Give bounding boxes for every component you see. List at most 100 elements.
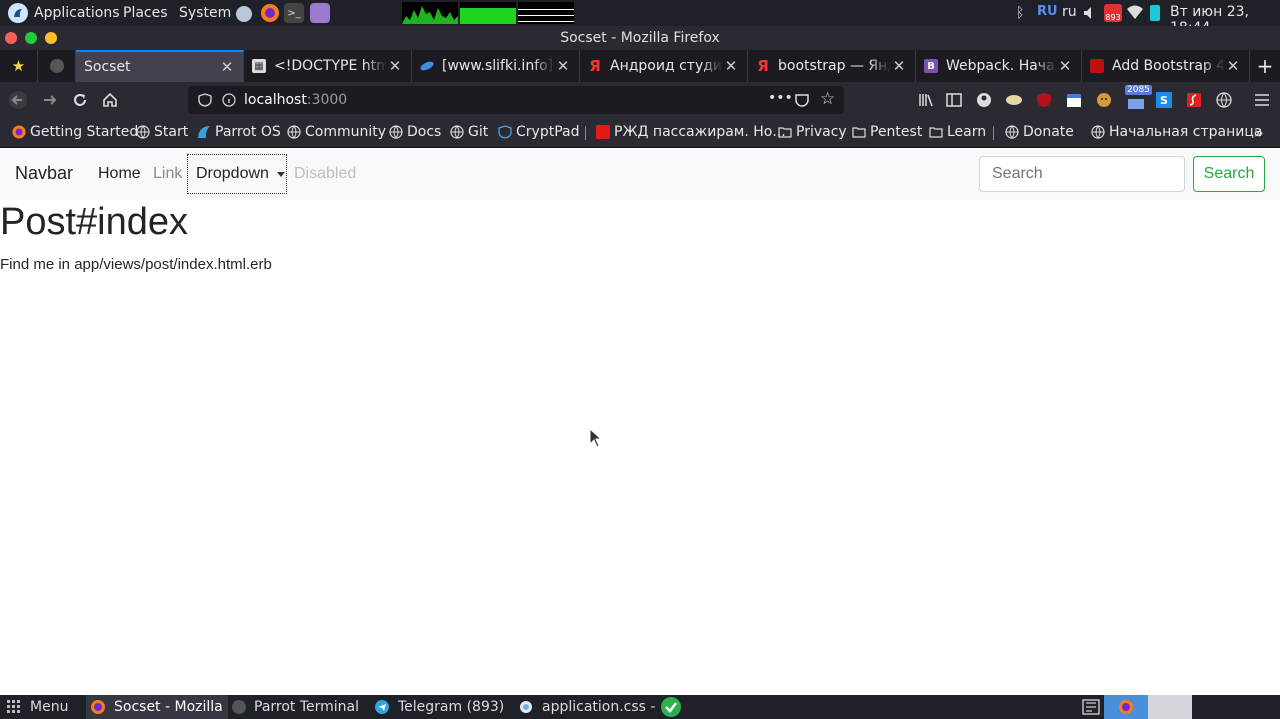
bluetooth-icon[interactable]: ᛒ [1016,5,1024,21]
nav-dropdown-toggle[interactable]: Dropdown [187,154,287,194]
battery-icon[interactable] [1150,5,1160,21]
tab-bootstrap-yandex[interactable]: Я bootstrap — Яндекс ✕ [748,50,916,82]
show-desktop-icon[interactable] [1082,698,1100,716]
bookmark-label: Learn [947,124,987,140]
search-input[interactable] [979,156,1185,192]
extension-globe-button[interactable] [1212,88,1236,112]
task-terminal[interactable]: Parrot Terminal [232,695,364,719]
close-tab-icon[interactable]: ✕ [1225,57,1241,75]
close-tab-icon[interactable]: ✕ [1057,57,1073,75]
text-editor-launcher-icon[interactable] [310,3,330,23]
close-tab-icon[interactable]: ✕ [219,58,235,76]
bookmark-folder-privacy[interactable]: Privacy [778,124,847,140]
extension-counter-button[interactable]: 2085 [1124,85,1152,112]
workspace-2[interactable] [1148,695,1192,719]
bookmark-star-icon[interactable]: ☆ [820,89,835,109]
account-button[interactable] [972,88,996,112]
firefox-launcher-icon[interactable] [259,2,281,24]
applications-menu[interactable]: Applications [2,0,126,26]
counter-badge: 2085 [1125,85,1152,95]
cryptpad-shield-icon [498,125,512,139]
taskbar-menu-button[interactable]: Menu [6,695,82,719]
tab-label: bootstrap — Яндекс [778,58,891,74]
bookmark-rzd[interactable]: РЖД пассажирам. Но... [596,124,786,140]
extension-cookie-button[interactable] [1002,88,1026,112]
keyboard-layout-indicator[interactable]: RU [1037,4,1058,19]
forward-button[interactable] [38,88,62,112]
ublock-button[interactable] [1032,88,1056,112]
weather-icon[interactable] [234,3,254,23]
task-firefox[interactable]: Socset - Mozilla ... [86,695,228,719]
volume-icon[interactable] [1082,5,1098,21]
url-text[interactable]: localhost:3000 [244,92,347,108]
nav-link-link[interactable]: Link [153,165,182,183]
terminal-launcher-icon[interactable]: >_ [284,3,304,23]
close-tab-icon[interactable]: ✕ [387,57,403,75]
bookmark-docs[interactable]: Docs [389,124,441,140]
tab-label: Socset [84,59,131,75]
taskbar-menu-label: Menu [30,699,69,715]
address-bar[interactable]: localhost:3000 ••• ☆ [188,86,844,114]
task-label: application.css - ... [542,699,658,715]
bookmark-git[interactable]: Git [450,124,488,140]
update-ok-icon[interactable] [660,696,682,718]
bookmark-getting-started[interactable]: Getting Started [12,124,138,140]
task-telegram[interactable]: Telegram (893) [374,695,508,719]
tab-doctype[interactable]: ▦ <!DOCTYPE html> ✕ [244,50,412,82]
search-button[interactable]: Search [1193,156,1265,192]
pinned-tab-github[interactable] [38,50,76,82]
new-tab-button[interactable]: + [1250,50,1280,82]
tracking-shield-icon[interactable] [198,93,212,107]
ublock-icon [1036,92,1052,108]
close-tab-icon[interactable]: ✕ [555,57,571,75]
bookmark-community[interactable]: Community [287,124,386,140]
notification-badge[interactable]: 893 [1104,4,1122,22]
home-icon [102,92,118,108]
bookmark-folder-pentest[interactable]: Pentest [852,124,922,140]
pocket-icon[interactable] [794,92,810,108]
tab-slifki[interactable]: [www.slifki.info] / ✕ [412,50,580,82]
page-actions-icon[interactable]: ••• [768,90,793,106]
tab-add-bootstrap[interactable]: Add Bootstrap 4 to ✕ [1082,50,1250,82]
extension-s-button[interactable]: S [1152,88,1176,112]
bookmark-cryptpad[interactable]: CryptPad [498,124,579,140]
pinned-tab-bookmarks[interactable]: ★ [0,50,38,82]
back-button[interactable] [6,88,30,112]
extension-flash-button[interactable] [1182,88,1206,112]
system-menu[interactable]: System [173,0,237,26]
task-editor[interactable]: application.css - ... [518,695,658,719]
nav-link-home[interactable]: Home [98,165,141,183]
language-indicator[interactable]: ru [1062,4,1077,20]
bookmark-start-page[interactable]: Начальная страница [1091,124,1262,140]
bookmark-donate[interactable]: Donate [1005,124,1074,140]
workspace-1[interactable] [1104,695,1148,719]
bookmark-label: Donate [1023,124,1074,140]
library-button[interactable] [914,88,938,112]
tab-socset[interactable]: Socset ✕ [76,50,244,82]
tab-webpack[interactable]: B Webpack. Начало ✕ [916,50,1082,82]
close-tab-icon[interactable]: ✕ [891,57,907,75]
close-tab-icon[interactable]: ✕ [723,57,739,75]
window-title: Socset - Mozilla Firefox [560,30,720,46]
article-site-icon [1090,59,1104,73]
navigation-toolbar: localhost:3000 ••• ☆ 2085 S [0,82,1280,118]
reload-button[interactable] [68,88,92,112]
bookmark-label: Start [154,124,189,140]
system-label: System [179,5,232,21]
grid-page-icon: ▦ [252,59,266,73]
bookmark-folder-learn[interactable]: Learn [929,124,986,140]
globe-icon [136,125,150,139]
bookmark-start[interactable]: Start [136,124,188,140]
navbar-brand[interactable]: Navbar [15,163,73,184]
home-button[interactable] [98,88,122,112]
info-icon[interactable] [222,93,236,107]
sidebar-button[interactable] [942,88,966,112]
tab-android-studio[interactable]: Я Андроид студио ✕ [580,50,748,82]
bookmark-parrot-os[interactable]: Parrot OS [197,124,281,140]
wifi-icon[interactable] [1127,5,1143,19]
extension-calendar-button[interactable] [1062,88,1086,112]
extension-monkey-button[interactable] [1092,88,1116,112]
places-menu[interactable]: Places [117,0,174,26]
menu-button[interactable] [1250,88,1274,112]
bookmarks-overflow-chevron-icon[interactable]: » [1254,123,1264,142]
